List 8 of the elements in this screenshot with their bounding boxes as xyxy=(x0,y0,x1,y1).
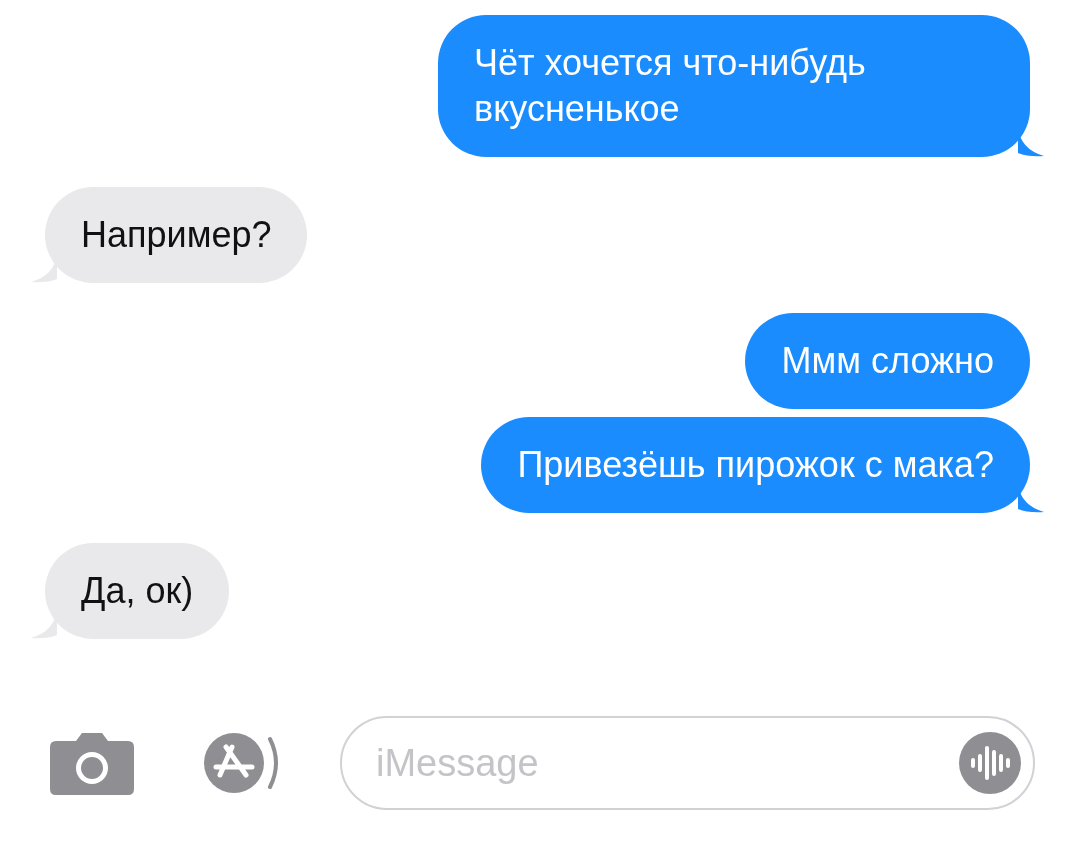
camera-icon[interactable] xyxy=(50,731,134,795)
message-bubble: Например? xyxy=(45,187,308,283)
message-field[interactable]: iMessage xyxy=(340,716,1035,810)
message-bubble: Привезёшь пирожок с мака? xyxy=(481,417,1030,513)
message-bubble: Да, ок) xyxy=(45,543,230,639)
message-bubble: Ммм сложно xyxy=(745,313,1030,409)
message-bubble: Чёт хочется что-нибудь вкусненькое xyxy=(438,15,1030,157)
audio-waveform-icon[interactable] xyxy=(959,732,1021,794)
